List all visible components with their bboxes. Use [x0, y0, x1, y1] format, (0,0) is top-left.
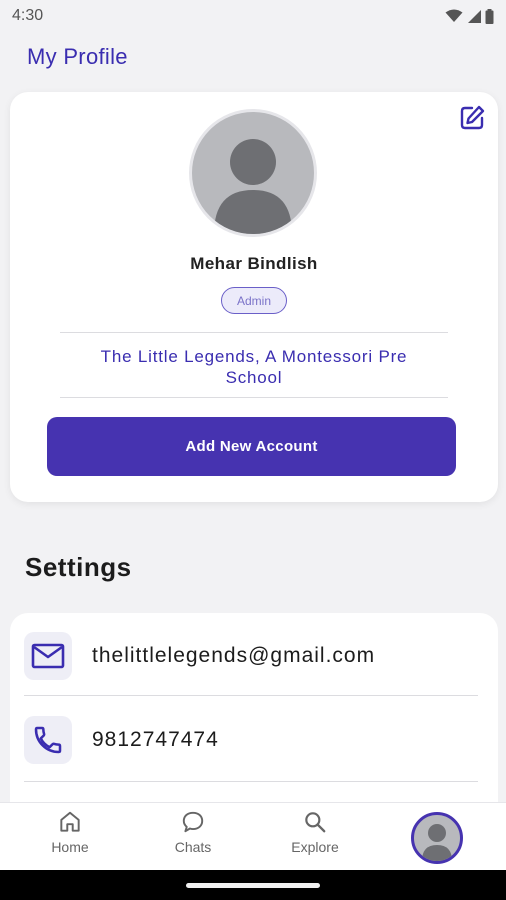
nav-label-explore: Explore	[291, 839, 339, 855]
nav-label-home: Home	[51, 839, 89, 855]
chat-icon	[182, 811, 204, 833]
user-name: Mehar Bindlish	[190, 254, 318, 273]
avatar-icon	[422, 824, 452, 861]
user-avatar-icon	[214, 139, 292, 234]
nav-item-chats[interactable]: Chats	[148, 809, 238, 865]
edit-icon	[460, 105, 485, 130]
add-new-account-button[interactable]: Add New Account	[47, 417, 456, 476]
nav-label-chats: Chats	[174, 839, 212, 855]
home-gesture-handle[interactable]	[186, 883, 320, 888]
page-title: My Profile	[27, 44, 128, 69]
divider	[24, 695, 478, 696]
role-badge: Admin	[221, 287, 287, 314]
search-icon	[305, 812, 326, 833]
school-name: The Little Legends, A Montessori Pre Sch…	[100, 347, 408, 387]
email-icon-box	[24, 632, 72, 680]
wifi-icon	[445, 9, 463, 22]
divider	[60, 397, 448, 398]
profile-avatar	[189, 109, 317, 237]
battery-icon	[485, 8, 494, 24]
signal-icon	[468, 10, 481, 23]
edit-profile-button[interactable]	[458, 104, 486, 132]
settings-row-phone[interactable]: 9812747474	[24, 697, 478, 783]
settings-card: thelittlelegends@gmail.com 9812747474	[10, 613, 498, 823]
status-time: 4:30	[12, 7, 44, 24]
profile-card: Mehar Bindlish Admin The Little Legends,…	[10, 92, 498, 502]
phone-icon-box	[24, 716, 72, 764]
home-icon	[60, 811, 80, 832]
bottom-nav: Home Chats Explore	[0, 802, 506, 870]
email-value: thelittlelegends@gmail.com	[92, 644, 376, 667]
phone-icon	[34, 726, 62, 754]
status-bar: 4:30	[0, 0, 506, 32]
nav-profile-avatar[interactable]	[411, 812, 463, 864]
nav-item-explore[interactable]: Explore	[270, 809, 360, 865]
phone-value: 9812747474	[92, 728, 219, 751]
divider	[24, 781, 478, 782]
gesture-bar	[0, 870, 506, 900]
divider	[60, 332, 448, 333]
mail-icon	[31, 643, 65, 669]
nav-item-home[interactable]: Home	[25, 809, 115, 865]
settings-title: Settings	[25, 552, 132, 582]
status-icons	[445, 8, 494, 24]
settings-row-email[interactable]: thelittlelegends@gmail.com	[24, 613, 478, 699]
